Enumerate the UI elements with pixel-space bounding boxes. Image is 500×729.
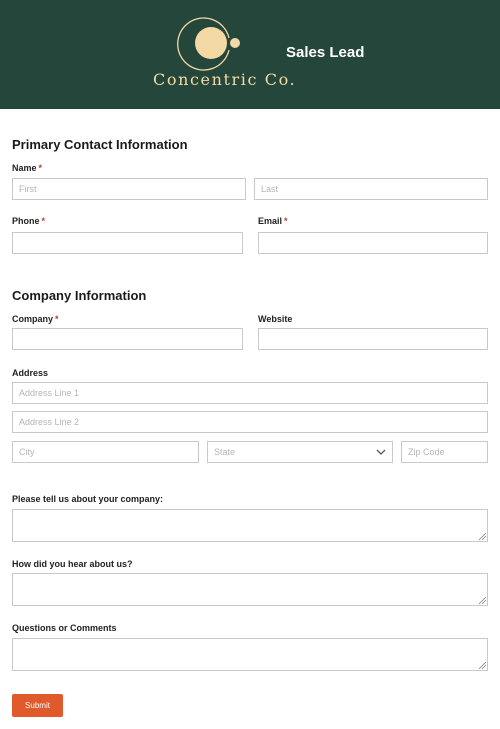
address-label: Address bbox=[12, 368, 49, 378]
submit-button[interactable]: Submit bbox=[12, 694, 63, 717]
chevron-down-icon bbox=[376, 449, 386, 455]
hear-about-us-textarea[interactable] bbox=[12, 573, 488, 606]
section-title-company-info: Company Information bbox=[12, 288, 147, 303]
address-line-1-input[interactable] bbox=[12, 382, 488, 404]
required-mark: * bbox=[38, 163, 43, 173]
email-input[interactable] bbox=[258, 232, 488, 254]
phone-input[interactable] bbox=[12, 232, 243, 254]
questions-comments-textarea[interactable] bbox=[12, 638, 488, 671]
zip-code-input[interactable] bbox=[401, 441, 488, 463]
city-input[interactable] bbox=[12, 441, 199, 463]
logo-text: Concentric Co. bbox=[153, 70, 297, 89]
form-title: Sales Lead bbox=[286, 44, 365, 61]
required-mark: * bbox=[284, 216, 288, 226]
name-label: Name * bbox=[12, 163, 43, 173]
website-input[interactable] bbox=[258, 328, 488, 350]
address-line-2-input[interactable] bbox=[12, 411, 488, 433]
company-input[interactable] bbox=[12, 328, 243, 350]
last-name-input[interactable] bbox=[254, 178, 488, 200]
hear-about-us-label: How did you hear about us? bbox=[12, 559, 133, 569]
first-name-input[interactable] bbox=[12, 178, 246, 200]
state-select[interactable]: State bbox=[207, 441, 393, 463]
phone-label: Phone * bbox=[12, 216, 46, 226]
required-mark: * bbox=[55, 314, 59, 324]
concentric-logo-icon bbox=[177, 17, 240, 71]
company-label: Company * bbox=[12, 314, 59, 324]
questions-comments-label: Questions or Comments bbox=[12, 623, 117, 633]
form-header: Concentric Co. Sales Lead bbox=[0, 0, 500, 109]
resize-handle-icon[interactable] bbox=[479, 533, 486, 540]
state-select-value: State bbox=[214, 447, 236, 457]
about-company-textarea[interactable] bbox=[12, 509, 488, 542]
about-company-label: Please tell us about your company: bbox=[12, 494, 164, 504]
required-mark: * bbox=[41, 216, 46, 226]
resize-handle-icon[interactable] bbox=[479, 662, 486, 669]
resize-handle-icon[interactable] bbox=[479, 597, 486, 604]
website-label: Website bbox=[258, 314, 293, 324]
email-label: Email * bbox=[258, 216, 288, 226]
section-title-primary-contact: Primary Contact Information bbox=[12, 137, 188, 152]
